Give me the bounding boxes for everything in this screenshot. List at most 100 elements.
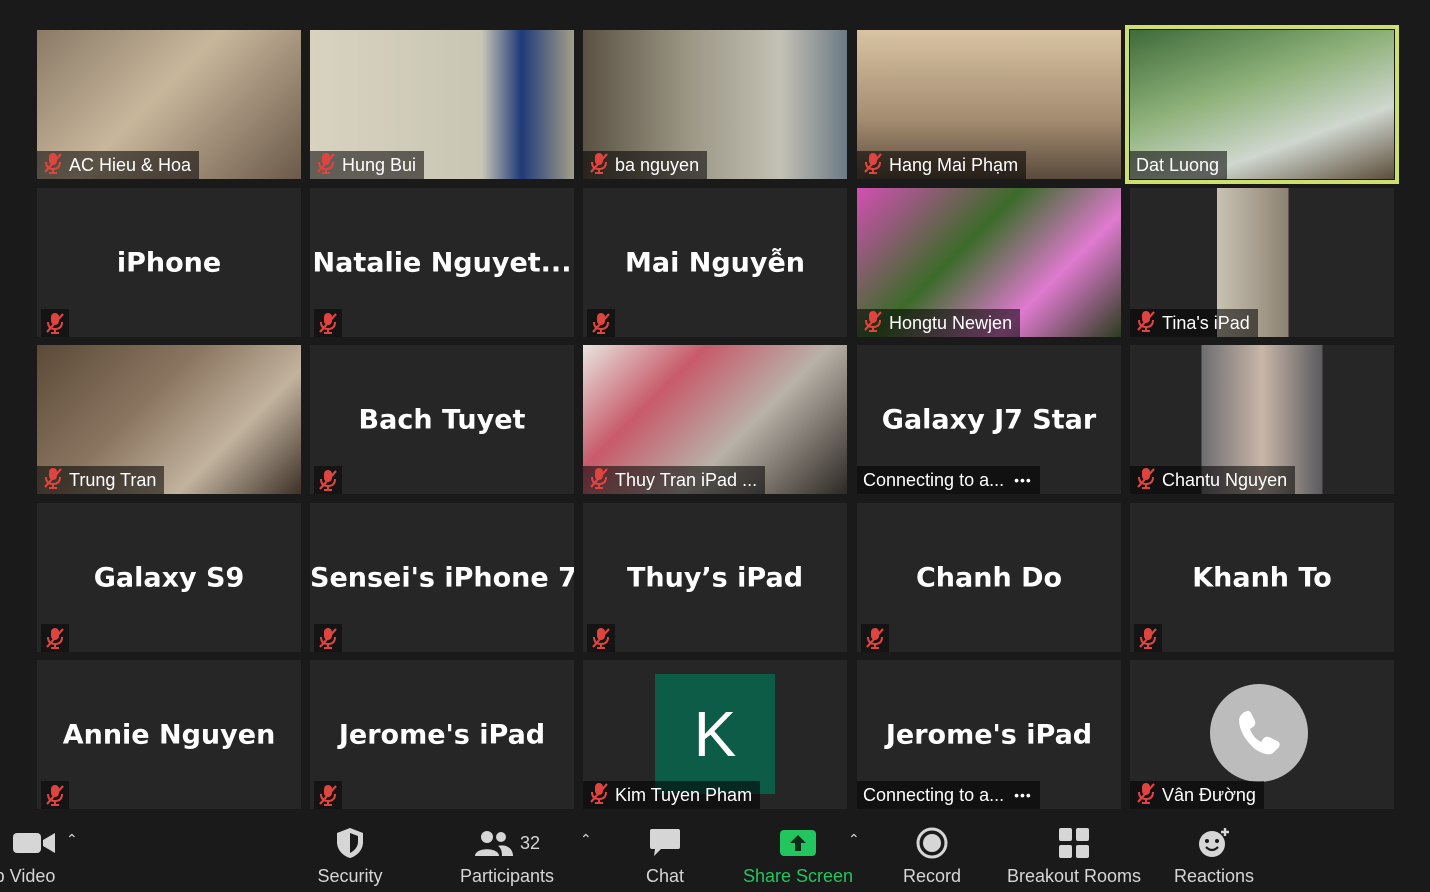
participant-name: Trung Tran [69, 469, 157, 490]
participant-name-center: Galaxy S9 [93, 562, 245, 593]
participant-name: Hang Mai Phạm [889, 154, 1019, 175]
phone-icon [1210, 684, 1308, 782]
participant-tile[interactable]: Jerome's iPad [310, 660, 574, 809]
participant-tile[interactable]: Hang Mai Phạm [857, 30, 1121, 179]
participant-name-label: Kim Tuyen Pham [583, 781, 761, 809]
participant-tile[interactable]: Mai Nguyễn [583, 188, 847, 337]
breakout-rooms-icon [1058, 826, 1090, 860]
record-button[interactable]: Record [896, 826, 968, 890]
connection-status-text: Connecting to a... [863, 784, 1005, 805]
participant-tile[interactable]: Thuy Tran iPad ... [583, 345, 847, 494]
connection-status-text: Connecting to a... [863, 469, 1005, 490]
security-label: Security [317, 866, 383, 886]
reactions-icon [1197, 826, 1231, 860]
participant-tile[interactable]: iPhone [37, 188, 301, 337]
participant-tile[interactable]: AC Hieu & Hoa [37, 30, 301, 179]
connection-status: Connecting to a... ••• [857, 781, 1040, 809]
record-icon [916, 826, 948, 860]
participant-name-center: Jerome's iPad [338, 719, 546, 750]
muted-mic-icon [587, 309, 615, 337]
participant-tile[interactable]: Chanh Do [857, 503, 1121, 652]
chat-icon [649, 826, 681, 860]
participant-tile[interactable]: Bach Tuyet [310, 345, 574, 494]
participant-name: Hung Bui [342, 154, 417, 175]
participant-name-label: Dat Luong [1130, 151, 1228, 179]
video-button[interactable]: p Video [0, 826, 70, 890]
breakout-rooms-label: Breakout Rooms [1006, 866, 1142, 886]
security-button[interactable]: Security [300, 826, 400, 890]
participant-tile[interactable]: Trung Tran [37, 345, 301, 494]
video-camera-icon [13, 826, 57, 860]
participant-name-center: Bach Tuyet [358, 404, 526, 435]
breakout-rooms-button[interactable]: Breakout Rooms [1004, 826, 1144, 890]
muted-mic-icon [863, 152, 883, 179]
participant-name-label: Hung Bui [310, 151, 425, 179]
participant-tile[interactable]: Tina's iPad [1130, 188, 1394, 337]
participant-name: ba nguyen [615, 154, 700, 175]
participant-tile[interactable]: Vân Đường [1130, 660, 1394, 809]
muted-mic-icon [1136, 310, 1156, 337]
muted-mic-icon [1136, 782, 1156, 809]
participant-name-label: Tina's iPad [1130, 309, 1258, 337]
participant-tile[interactable]: Galaxy J7 Star Connecting to a... ••• [857, 345, 1121, 494]
video-grid: AC Hieu & Hoa Hung Bui ba nguyen Hang Mai P… [0, 0, 1430, 812]
reactions-label: Reactions [1173, 866, 1255, 886]
participant-tile[interactable]: ba nguyen [583, 30, 847, 179]
participant-tile[interactable]: Hung Bui [310, 30, 574, 179]
share-screen-label: Share Screen [742, 866, 854, 886]
participant-name: Vân Đường [1162, 784, 1256, 805]
muted-mic-icon [43, 467, 63, 494]
participant-name-label: Trung Tran [37, 466, 165, 494]
participant-tile[interactable]: Galaxy S9 [37, 503, 301, 652]
muted-mic-icon [589, 467, 609, 494]
chat-button[interactable]: Chat [630, 826, 700, 890]
muted-mic-icon [314, 309, 342, 337]
participant-name: Tina's iPad [1162, 312, 1250, 333]
video-options-caret[interactable]: ⌃ [66, 832, 78, 848]
participants-button[interactable]: 32 Participants [452, 826, 562, 890]
muted-mic-icon [314, 624, 342, 652]
participant-name-center: Annie Nguyen [62, 719, 276, 750]
share-screen-button[interactable]: Share Screen [740, 826, 856, 890]
connection-status: Connecting to a... ••• [857, 466, 1040, 494]
avatar: K [655, 674, 775, 794]
participant-tile[interactable]: Dat Luong [1125, 25, 1399, 184]
participant-tile[interactable]: K Kim Tuyen Pham [583, 660, 847, 809]
loading-dots-icon: ••• [1014, 472, 1032, 488]
participant-tile[interactable]: Natalie Nguyet... [310, 188, 574, 337]
share-options-caret[interactable]: ⌃ [848, 832, 860, 848]
share-screen-icon [779, 826, 817, 860]
participant-name: Thuy Tran iPad ... [615, 469, 758, 490]
participant-tile[interactable]: Khanh To [1130, 503, 1394, 652]
participant-tile[interactable]: Sensei's iPhone 7 [310, 503, 574, 652]
participants-icon: 32 [474, 826, 540, 860]
muted-mic-icon [314, 781, 342, 809]
participant-name-center: Khanh To [1192, 562, 1332, 593]
muted-mic-icon [861, 624, 889, 652]
participant-name-label: Thuy Tran iPad ... [583, 466, 766, 494]
reactions-button[interactable]: Reactions [1168, 826, 1260, 890]
muted-mic-icon [589, 782, 609, 809]
participant-name-center: Galaxy J7 Star [881, 404, 1097, 435]
participant-tile[interactable]: Thuy’s iPad [583, 503, 847, 652]
muted-mic-icon [1134, 624, 1162, 652]
participant-name: Dat Luong [1136, 154, 1220, 175]
muted-mic-icon [863, 310, 883, 337]
meeting-toolbar: p Video ⌃ Security 32 Participants ⌃ Cha… [0, 812, 1430, 892]
shield-icon [335, 826, 365, 860]
participant-name-label: Vân Đường [1130, 781, 1264, 809]
video-label: p Video [0, 866, 56, 886]
participant-name: Hongtu Newjen [889, 312, 1013, 333]
muted-mic-icon [41, 624, 69, 652]
participant-tile[interactable]: Chantu Nguyen [1130, 345, 1394, 494]
participant-tile[interactable]: Annie Nguyen [37, 660, 301, 809]
participant-name: Kim Tuyen Pham [615, 784, 753, 805]
participant-tile[interactable]: Jerome's iPad Connecting to a... ••• [857, 660, 1121, 809]
participant-tile[interactable]: Hongtu Newjen [857, 188, 1121, 337]
participant-name: Chantu Nguyen [1162, 469, 1288, 490]
participants-options-caret[interactable]: ⌃ [580, 832, 592, 848]
muted-mic-icon [587, 624, 615, 652]
participant-name-center: Natalie Nguyet... [312, 247, 572, 278]
muted-mic-icon [314, 466, 342, 494]
record-label: Record [902, 866, 962, 886]
